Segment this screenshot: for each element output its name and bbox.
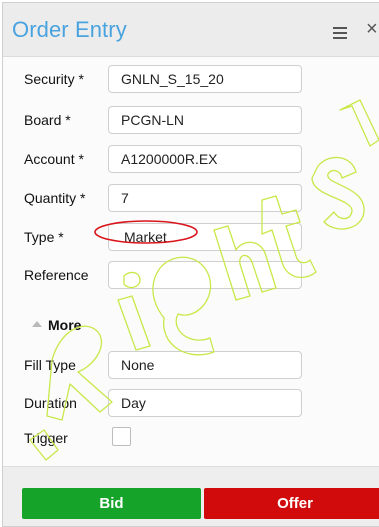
panel-title: Order Entry: [12, 17, 127, 42]
fill-type-field[interactable]: None: [108, 351, 302, 379]
account-field[interactable]: A1200000R.EX: [108, 145, 302, 173]
offer-button[interactable]: Offer: [204, 488, 379, 519]
order-form: Security * GNLN_S_15_20 Board * PCGN-LN …: [3, 57, 379, 477]
reference-label: Reference: [24, 267, 89, 283]
title-bar: Order Entry ×: [3, 3, 379, 57]
board-label: Board *: [24, 112, 71, 128]
triangle-up-icon: [32, 321, 42, 327]
reference-field[interactable]: [108, 261, 302, 289]
fill-type-label: Fill Type: [24, 357, 76, 373]
quantity-field[interactable]: 7: [108, 184, 302, 212]
board-field[interactable]: PCGN-LN: [108, 106, 302, 134]
hamburger-menu-icon[interactable]: [333, 27, 347, 39]
trigger-checkbox[interactable]: [112, 427, 131, 446]
type-select[interactable]: Market: [108, 223, 302, 251]
quantity-label: Quantity *: [24, 190, 86, 206]
bid-button[interactable]: Bid: [22, 488, 201, 519]
trigger-label: Trigger: [24, 430, 68, 446]
more-label: More: [48, 317, 82, 333]
account-label: Account *: [24, 151, 84, 167]
type-label: Type *: [24, 229, 64, 245]
order-entry-panel: Order Entry × Security * GNLN_S_15_20 Bo…: [2, 2, 379, 527]
security-field[interactable]: GNLN_S_15_20: [108, 65, 302, 93]
security-label: Security *: [24, 71, 84, 87]
duration-field[interactable]: Day: [108, 389, 302, 417]
close-icon[interactable]: ×: [366, 19, 378, 39]
duration-label: Duration: [24, 395, 77, 411]
action-bar: Bid Offer: [3, 466, 379, 526]
